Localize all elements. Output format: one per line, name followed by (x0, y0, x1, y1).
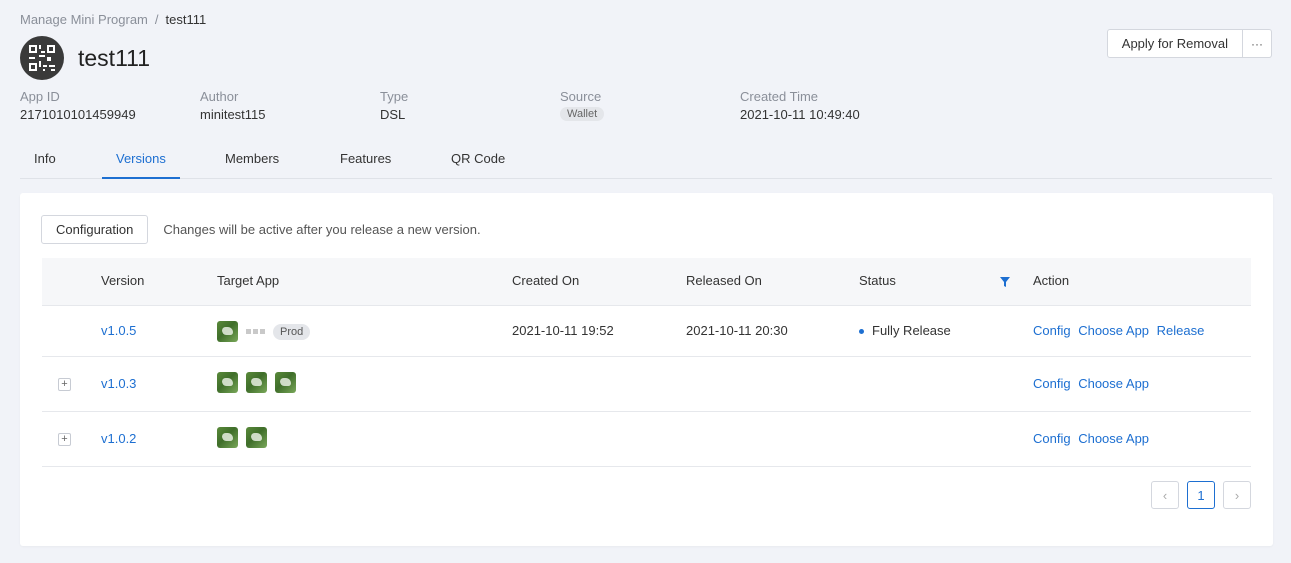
more-options-button[interactable]: ··· (1243, 29, 1272, 58)
page-1-button[interactable]: 1 (1187, 481, 1215, 509)
config-link[interactable]: Config (1033, 323, 1071, 338)
created-on-cell: 2021-10-11 19:52 (512, 323, 614, 338)
versions-panel: Configuration Changes will be active aft… (20, 193, 1273, 546)
table-row: + v1.0.3 Config Choose App (42, 357, 1251, 412)
versions-table: Version Target App Created On Released O… (42, 258, 1251, 467)
status-text: Fully Release (872, 323, 951, 338)
target-app-thumbnail (275, 372, 296, 393)
meta-type: Type DSL (380, 89, 408, 122)
choose-app-link[interactable]: Choose App (1078, 431, 1149, 446)
action-cell: Config Choose App (1033, 431, 1149, 446)
source-badge: Wallet (560, 107, 605, 121)
meta-value: 2171010101459949 (20, 107, 136, 122)
filter-icon[interactable] (1000, 277, 1010, 287)
table-row: v1.0.5 Prod 2021-10-11 19:52 2021-10-11 … (42, 306, 1251, 357)
header-created-on: Created On (512, 273, 580, 288)
config-link[interactable]: Config (1033, 376, 1071, 391)
config-hint: Changes will be active after you release… (163, 222, 481, 237)
target-app-thumbnail (246, 427, 267, 448)
header-version: Version (101, 273, 145, 288)
expand-row-icon[interactable]: + (58, 433, 71, 446)
prev-page-button[interactable]: ‹ (1151, 481, 1179, 509)
obscured-app-name (246, 329, 267, 334)
meta-value: DSL (380, 107, 406, 122)
meta-value: 2021-10-11 10:49:40 (740, 107, 860, 122)
tab-qr-code[interactable]: QR Code (451, 151, 505, 179)
meta-label: Created Time (740, 89, 819, 104)
table-header: Version Target App Created On Released O… (42, 258, 1251, 306)
tab-features[interactable]: Features (340, 151, 391, 179)
action-cell: Config Choose App (1033, 376, 1149, 391)
release-link[interactable]: Release (1157, 323, 1205, 338)
status-cell: Fully Release (859, 323, 951, 338)
meta-created-time: Created Time 2021-10-11 10:49:40 (740, 89, 860, 122)
next-page-button[interactable]: › (1223, 481, 1251, 509)
meta-label: Author (200, 89, 239, 104)
meta-source: Source Wallet (560, 89, 605, 121)
action-cell: Config Choose App Release (1033, 323, 1204, 338)
breadcrumb-separator: / (154, 12, 159, 27)
header-target-app: Target App (217, 273, 280, 288)
target-app-thumbnail (217, 321, 238, 342)
target-app-thumbnail (217, 427, 238, 448)
target-app-thumbnail (246, 372, 267, 393)
breadcrumb-parent[interactable]: Manage Mini Program (20, 12, 148, 27)
env-badge: Prod (273, 323, 311, 340)
configuration-button[interactable]: Configuration (41, 215, 149, 244)
meta-label: Type (380, 89, 409, 104)
tab-versions[interactable]: Versions (102, 151, 180, 179)
meta-app-id: App ID 2171010101459949 (20, 89, 136, 122)
page-title: test111 (78, 44, 151, 71)
tab-bar: Info Versions Members Features QR Code (20, 145, 1272, 179)
version-link[interactable]: v1.0.2 (101, 431, 136, 446)
choose-app-link[interactable]: Choose App (1078, 323, 1149, 338)
app-header: test111 (20, 36, 150, 80)
breadcrumb: Manage Mini Program / test111 (20, 12, 206, 27)
target-app-list (217, 427, 275, 448)
tab-info[interactable]: Info (34, 151, 56, 179)
target-app-list (217, 372, 304, 393)
header-released-on: Released On (686, 273, 762, 288)
meta-author: Author minitest115 (200, 89, 266, 122)
tab-members[interactable]: Members (225, 151, 279, 179)
version-link[interactable]: v1.0.3 (101, 376, 136, 391)
released-on-cell: 2021-10-11 20:30 (686, 323, 788, 338)
version-link[interactable]: v1.0.5 (101, 323, 136, 338)
choose-app-link[interactable]: Choose App (1078, 376, 1149, 391)
header-status: Status (859, 273, 896, 288)
meta-label: App ID (20, 89, 60, 104)
header-actions: Apply for Removal ··· (1106, 29, 1272, 58)
meta-value: minitest115 (200, 107, 266, 122)
target-app-thumbnail (217, 372, 238, 393)
meta-label: Source (560, 89, 602, 104)
apply-for-removal-button[interactable]: Apply for Removal (1106, 29, 1243, 58)
app-qr-avatar (20, 36, 64, 80)
table-row: + v1.0.2 Config Choose App (42, 412, 1251, 467)
breadcrumb-current: test111 (165, 12, 207, 27)
target-app-list: Prod (217, 321, 311, 342)
header-action: Action (1033, 273, 1070, 288)
qr-code-icon (27, 43, 57, 73)
status-dot-icon (859, 329, 864, 335)
pagination: ‹ 1 › (1143, 481, 1251, 509)
config-row: Configuration Changes will be active aft… (41, 215, 481, 244)
config-link[interactable]: Config (1033, 431, 1071, 446)
expand-row-icon[interactable]: + (58, 378, 71, 391)
